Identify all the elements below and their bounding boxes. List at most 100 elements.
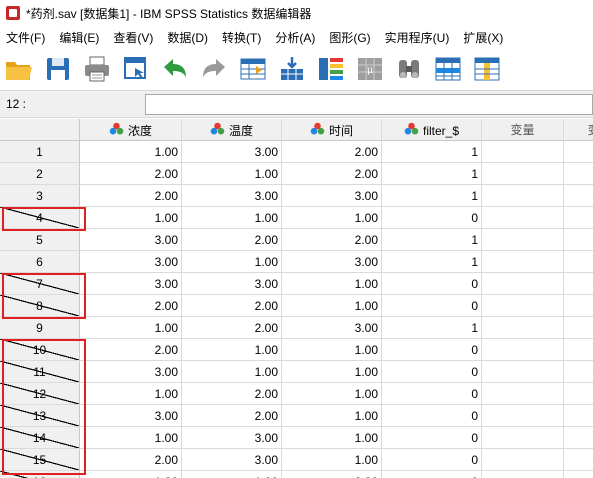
column-header-concentration[interactable]: 浓度 — [80, 119, 182, 141]
cell-empty[interactable] — [564, 427, 593, 449]
cell-empty[interactable] — [482, 471, 564, 478]
column-header-empty-variable[interactable]: 变 — [564, 119, 593, 141]
row-number[interactable]: 2 — [0, 163, 80, 185]
menu-analyze[interactable]: 分析(A) — [268, 29, 322, 46]
cell-concentration[interactable]: 1.00 — [80, 317, 182, 339]
cell-empty[interactable] — [564, 163, 593, 185]
cell-temperature[interactable]: 2.00 — [182, 383, 282, 405]
cell-concentration[interactable]: 1.00 — [80, 207, 182, 229]
cell-temperature[interactable]: 2.00 — [182, 295, 282, 317]
cell-temperature[interactable]: 3.00 — [182, 273, 282, 295]
cell-empty[interactable] — [482, 449, 564, 471]
cell-filter[interactable]: 0 — [382, 383, 482, 405]
cell-value-input[interactable] — [145, 94, 593, 115]
cell-time[interactable]: 1.00 — [282, 383, 382, 405]
cell-concentration[interactable]: 2.00 — [80, 295, 182, 317]
cell-empty[interactable] — [564, 405, 593, 427]
insert-variable-icon[interactable] — [468, 51, 506, 87]
cell-temperature[interactable]: 3.00 — [182, 185, 282, 207]
run-descriptives-icon[interactable]: μ — [351, 51, 389, 87]
cell-concentration[interactable]: 2.00 — [80, 185, 182, 207]
cell-filter[interactable]: 0 — [382, 361, 482, 383]
cell-empty[interactable] — [564, 383, 593, 405]
cell-concentration[interactable]: 1.00 — [80, 471, 182, 478]
cell-temperature[interactable]: 1.00 — [182, 339, 282, 361]
cell-empty[interactable] — [482, 141, 564, 163]
cell-filter[interactable]: 0 — [382, 471, 482, 478]
cell-temperature[interactable]: 1.00 — [182, 207, 282, 229]
cell-empty[interactable] — [482, 229, 564, 251]
cell-concentration[interactable]: 3.00 — [80, 361, 182, 383]
cell-empty[interactable] — [482, 339, 564, 361]
corner-cell[interactable] — [0, 119, 80, 141]
menu-data[interactable]: 数据(D) — [160, 29, 215, 46]
cell-filter[interactable]: 0 — [382, 273, 482, 295]
open-folder-icon[interactable] — [0, 51, 38, 87]
cell-time[interactable]: 1.00 — [282, 361, 382, 383]
cell-concentration[interactable]: 1.00 — [80, 383, 182, 405]
cell-empty[interactable] — [482, 185, 564, 207]
cell-empty[interactable] — [564, 317, 593, 339]
column-header-time[interactable]: 时间 — [282, 119, 382, 141]
cell-filter[interactable]: 0 — [382, 427, 482, 449]
cell-filter[interactable]: 0 — [382, 295, 482, 317]
cell-concentration[interactable]: 3.00 — [80, 229, 182, 251]
cell-concentration[interactable]: 2.00 — [80, 163, 182, 185]
cell-filter[interactable]: 1 — [382, 317, 482, 339]
cell-temperature[interactable]: 1.00 — [182, 471, 282, 478]
cell-empty[interactable] — [482, 251, 564, 273]
cell-empty[interactable] — [564, 339, 593, 361]
cell-time[interactable]: 3.00 — [282, 251, 382, 273]
cell-empty[interactable] — [482, 295, 564, 317]
cell-filter[interactable]: 0 — [382, 339, 482, 361]
cell-temperature[interactable]: 2.00 — [182, 317, 282, 339]
cell-time[interactable]: 3.00 — [282, 185, 382, 207]
variables-icon[interactable] — [312, 51, 350, 87]
cell-empty[interactable] — [564, 251, 593, 273]
cell-empty[interactable] — [482, 361, 564, 383]
cell-empty[interactable] — [564, 471, 593, 478]
cell-time[interactable]: 1.00 — [282, 405, 382, 427]
cell-concentration[interactable]: 2.00 — [80, 449, 182, 471]
cell-concentration[interactable]: 3.00 — [80, 405, 182, 427]
cell-time[interactable]: 2.00 — [282, 163, 382, 185]
column-header-temperature[interactable]: 温度 — [182, 119, 282, 141]
cell-filter[interactable]: 0 — [382, 405, 482, 427]
cell-empty[interactable] — [564, 361, 593, 383]
cell-empty[interactable] — [564, 273, 593, 295]
cell-empty[interactable] — [482, 317, 564, 339]
cell-empty[interactable] — [482, 163, 564, 185]
cell-filter[interactable]: 1 — [382, 141, 482, 163]
cell-temperature[interactable]: 1.00 — [182, 163, 282, 185]
cell-time[interactable]: 1.00 — [282, 449, 382, 471]
cell-time[interactable]: 2.00 — [282, 471, 382, 478]
menu-edit[interactable]: 编辑(E) — [52, 29, 106, 46]
cell-empty[interactable] — [482, 207, 564, 229]
cell-time[interactable]: 2.00 — [282, 229, 382, 251]
cell-filter[interactable]: 1 — [382, 185, 482, 207]
cell-time[interactable]: 1.00 — [282, 207, 382, 229]
cell-temperature[interactable]: 1.00 — [182, 251, 282, 273]
column-header-empty-variable[interactable]: 变量 — [482, 119, 564, 141]
menu-utilities[interactable]: 实用程序(U) — [378, 29, 457, 46]
cell-empty[interactable] — [564, 295, 593, 317]
column-header-filter[interactable]: filter_$ — [382, 119, 482, 141]
row-number[interactable]: 1 — [0, 141, 80, 163]
cell-concentration[interactable]: 3.00 — [80, 273, 182, 295]
find-icon[interactable] — [390, 51, 428, 87]
cell-temperature[interactable]: 3.00 — [182, 141, 282, 163]
save-icon[interactable] — [39, 51, 77, 87]
insert-cases-icon[interactable] — [429, 51, 467, 87]
menu-transform[interactable]: 转换(T) — [215, 29, 268, 46]
cell-time[interactable]: 1.00 — [282, 339, 382, 361]
goto-variable-icon[interactable] — [273, 51, 311, 87]
row-number[interactable]: 9 — [0, 317, 80, 339]
row-number[interactable]: 6 — [0, 251, 80, 273]
cell-concentration[interactable]: 3.00 — [80, 251, 182, 273]
cell-concentration[interactable]: 1.00 — [80, 427, 182, 449]
cell-concentration[interactable]: 1.00 — [80, 141, 182, 163]
cell-empty[interactable] — [564, 185, 593, 207]
menu-graphs[interactable]: 图形(G) — [322, 29, 377, 46]
cell-empty[interactable] — [564, 229, 593, 251]
cell-filter[interactable]: 1 — [382, 229, 482, 251]
